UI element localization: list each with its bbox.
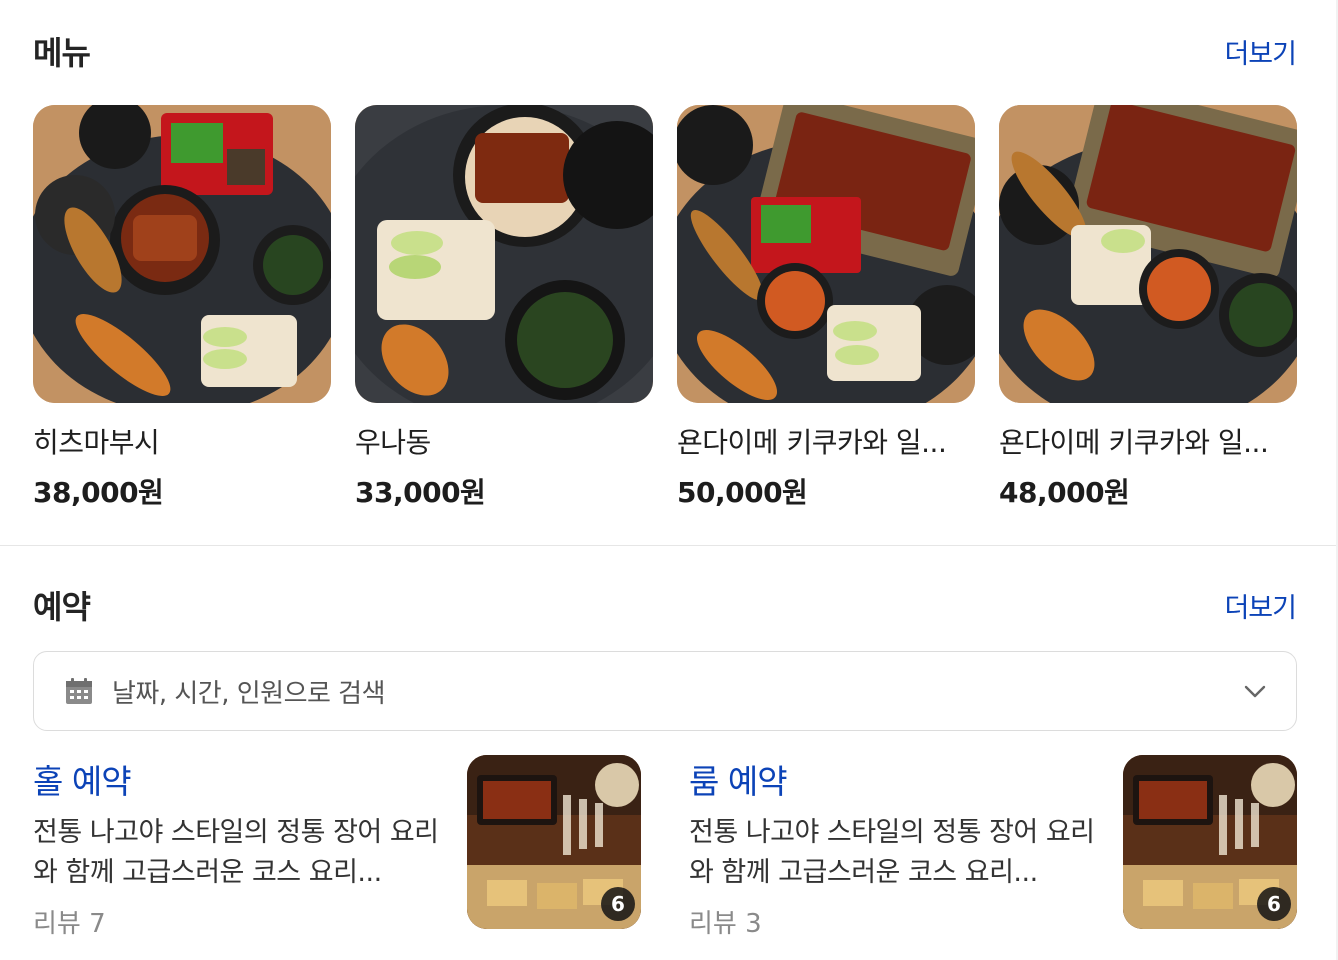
reservation-option-description: 전통 나고야 스타일의 정통 장어 요리와 함께 고급스러운 코스 요리... <box>689 817 1095 888</box>
calendar-icon <box>64 676 94 706</box>
reservation-option-reviews: 리뷰 3 <box>689 909 762 939</box>
menu-more-link[interactable]: 더보기 <box>1224 32 1297 71</box>
menu-item-hitsumabushi[interactable]: 히츠마부시 38,000원 <box>33 105 331 511</box>
menu-item-unadon[interactable]: 우나동 33,000원 <box>355 105 653 511</box>
menu-item-price: 33,000원 <box>355 476 486 509</box>
reservation-search-placeholder: 날짜, 시간, 인원으로 검색 <box>112 678 386 709</box>
reservation-header: 예약 더보기 <box>33 582 1297 628</box>
menu-item-photo <box>33 105 331 403</box>
reservation-option-photo[interactable]: 6 <box>1123 755 1297 929</box>
menu-item-price: 50,000원 <box>677 476 808 509</box>
menu-section-title: 메뉴 <box>33 34 91 72</box>
menu-item-yondaime-1[interactable]: 욘다이메 키쿠카와 일... 50,000원 <box>677 105 975 511</box>
menu-item-photo <box>677 105 975 403</box>
reservation-more-link[interactable]: 더보기 <box>1224 586 1297 625</box>
reservation-section-title: 예약 <box>33 588 91 626</box>
menu-item-photo <box>999 105 1297 403</box>
menu-item-name: 히츠마부시 <box>33 426 160 459</box>
reservation-option-title[interactable]: 룸 예약 <box>689 755 1099 803</box>
chevron-down-icon <box>1242 678 1268 704</box>
section-divider <box>0 545 1336 546</box>
reservation-option-room[interactable]: 룸 예약 전통 나고야 스타일의 정통 장어 요리와 함께 고급스러운 코스 요… <box>689 755 1297 939</box>
reservation-option-hall[interactable]: 홀 예약 전통 나고야 스타일의 정통 장어 요리와 함께 고급스러운 코스 요… <box>33 755 641 939</box>
reservation-search-dropdown[interactable]: 날짜, 시간, 인원으로 검색 <box>33 651 1297 731</box>
menu-list: 히츠마부시 38,000원 우나동 33,000원 욘다이메 키쿠카와 일...… <box>33 105 1297 511</box>
menu-item-price: 38,000원 <box>33 476 164 509</box>
reservation-option-photo[interactable]: 6 <box>467 755 641 929</box>
reservation-option-description: 전통 나고야 스타일의 정통 장어 요리와 함께 고급스러운 코스 요리... <box>33 817 439 888</box>
menu-item-photo <box>355 105 653 403</box>
reservation-option-info: 홀 예약 전통 나고야 스타일의 정통 장어 요리와 함께 고급스러운 코스 요… <box>33 755 443 939</box>
reservation-option-info: 룸 예약 전통 나고야 스타일의 정통 장어 요리와 함께 고급스러운 코스 요… <box>689 755 1099 939</box>
reservation-option-title[interactable]: 홀 예약 <box>33 755 443 803</box>
menu-item-name: 욘다이메 키쿠카와 일... <box>677 426 947 459</box>
menu-item-name: 욘다이메 키쿠카와 일... <box>999 426 1269 459</box>
menu-item-price: 48,000원 <box>999 476 1130 509</box>
menu-item-yondaime-2[interactable]: 욘다이메 키쿠카와 일... 48,000원 <box>999 105 1297 511</box>
menu-header: 메뉴 더보기 <box>33 28 1297 74</box>
photo-count-badge: 6 <box>601 887 635 921</box>
photo-count-badge: 6 <box>1257 887 1291 921</box>
reservation-option-reviews: 리뷰 7 <box>33 909 106 939</box>
menu-item-name: 우나동 <box>355 426 431 459</box>
